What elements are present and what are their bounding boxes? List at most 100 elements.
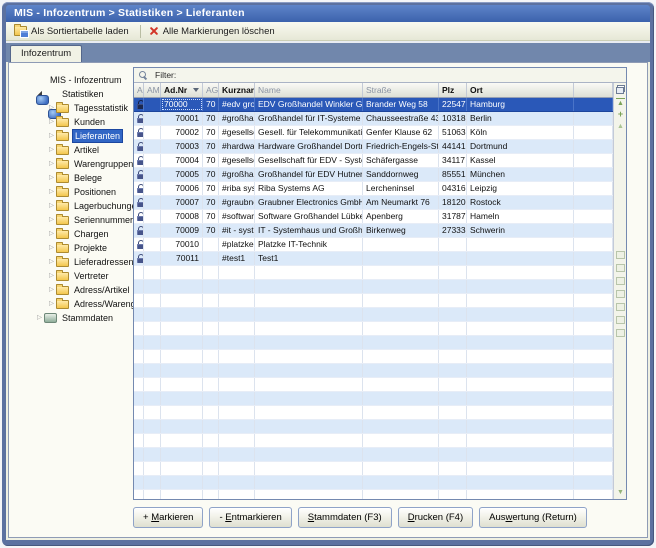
tree-item-projekte[interactable]: Projekte <box>21 241 133 255</box>
expander-icon[interactable] <box>35 311 44 325</box>
table-row[interactable] <box>134 336 613 350</box>
cell-adnr <box>161 462 203 475</box>
table-row[interactable] <box>134 322 613 336</box>
drucken-button[interactable]: Drucken (F4) <box>398 507 473 528</box>
expander-icon[interactable] <box>47 213 56 227</box>
header-ag[interactable]: AG <box>203 83 219 97</box>
table-row[interactable] <box>134 350 613 364</box>
filter-row[interactable]: Filter: <box>134 68 626 83</box>
expander-icon[interactable] <box>47 269 56 283</box>
node-icon <box>56 272 69 281</box>
expander-icon[interactable] <box>47 227 56 241</box>
grid-tool-icon[interactable] <box>616 264 625 272</box>
grid-tool-icon[interactable] <box>616 329 625 337</box>
grid-tool-icon[interactable] <box>616 251 625 259</box>
table-row[interactable]: 70011 #test1 Test1 <box>134 252 613 266</box>
entmarkieren-button[interactable]: - Entmarkieren <box>209 507 291 528</box>
table-row[interactable] <box>134 434 613 448</box>
table-row[interactable]: 70008 70 #software Software Großhandel L… <box>134 210 613 224</box>
expander-icon[interactable] <box>47 185 56 199</box>
auswertung-button[interactable]: Auswertung (Return) <box>479 507 587 528</box>
expander-icon[interactable] <box>47 143 56 157</box>
cell-ag <box>203 392 219 405</box>
tree-item-label: Vertreter <box>72 270 111 282</box>
table-row[interactable] <box>134 448 613 462</box>
table-row[interactable] <box>134 266 613 280</box>
header-name[interactable]: Name <box>255 83 363 97</box>
tab-infozentrum[interactable]: Infozentrum <box>10 45 82 62</box>
expander-icon[interactable] <box>47 297 56 311</box>
expander-icon[interactable] <box>47 129 56 143</box>
table-row[interactable] <box>134 462 613 476</box>
load-sort-table-button[interactable]: Als Sortiertabelle laden <box>11 25 135 38</box>
table-row[interactable] <box>134 476 613 490</box>
table-row[interactable] <box>134 280 613 294</box>
header-a[interactable]: A <box>134 83 144 97</box>
grid-tool-icon[interactable] <box>616 277 625 285</box>
header-plz[interactable]: Plz <box>439 83 467 97</box>
table-row[interactable]: 70006 70 #riba syst Riba Systems AG Lerc… <box>134 182 613 196</box>
grid-tool-icon[interactable] <box>616 290 625 298</box>
table-row[interactable] <box>134 364 613 378</box>
tree-item-positionen[interactable]: Positionen <box>21 185 133 199</box>
tree-item-lieferanten[interactable]: Lieferanten <box>21 129 133 143</box>
table-row[interactable]: 70002 70 #gesellsch Gesell. für Telekomm… <box>134 126 613 140</box>
tree-item-seriennummern[interactable]: Seriennummern <box>21 213 133 227</box>
cell-ort <box>467 238 574 251</box>
table-row[interactable] <box>134 420 613 434</box>
header-kurzname[interactable]: Kurzname <box>219 83 255 97</box>
table-row[interactable] <box>134 392 613 406</box>
scroll-to-bottom-icon[interactable]: ▼ <box>616 488 625 497</box>
scroll-to-top-icon[interactable]: ▲ <box>616 98 625 108</box>
tree-item-lieferadressen[interactable]: Lieferadressen <box>21 255 133 269</box>
expander-icon[interactable] <box>47 283 56 297</box>
tree-item-vertreter[interactable]: Vertreter <box>21 269 133 283</box>
tree-item-mis-infozentrum[interactable]: MIS - Infozentrum <box>21 73 133 87</box>
cell-lock <box>134 112 144 125</box>
header-am[interactable]: AM <box>144 83 161 97</box>
expander-icon[interactable] <box>47 157 56 171</box>
cell-kurzname <box>219 280 255 293</box>
cell-ort <box>467 448 574 461</box>
tree-item-warengruppen[interactable]: Warengruppen <box>21 157 133 171</box>
cell-ag <box>203 462 219 475</box>
header-ort[interactable]: Ort <box>467 83 574 97</box>
tree-item-adress-artikel[interactable]: Adress/Artikel <box>21 283 133 297</box>
table-row[interactable] <box>134 406 613 420</box>
table-row[interactable] <box>134 490 613 499</box>
table-row[interactable]: 70009 70 #it - syst IT - Systemhaus und … <box>134 224 613 238</box>
table-row[interactable]: 70000 70 #edv großh EDV Großhandel Winkl… <box>134 98 613 112</box>
column-chooser-icon[interactable] <box>616 85 625 94</box>
table-row[interactable] <box>134 378 613 392</box>
header-strasse[interactable]: Straße <box>363 83 439 97</box>
stammdaten-button[interactable]: Stammdaten (F3) <box>298 507 392 528</box>
expander-icon[interactable] <box>47 171 56 185</box>
lock-icon <box>137 128 144 137</box>
scroll-up-icon[interactable]: ▲ <box>616 122 625 131</box>
add-row-icon[interactable]: + <box>616 110 625 119</box>
header-adnr[interactable]: Ad.Nr <box>161 83 203 97</box>
table-row[interactable] <box>134 294 613 308</box>
expander-icon[interactable] <box>47 241 56 255</box>
grid-tool-icon[interactable] <box>616 316 625 324</box>
table-row[interactable]: 70001 70 #großhande Großhandel für IT-Sy… <box>134 112 613 126</box>
tree-item-kunden[interactable]: Kunden <box>21 115 133 129</box>
table-row[interactable]: 70007 70 #graubner Graubner Electronics … <box>134 196 613 210</box>
tree-item-belege[interactable]: Belege <box>21 171 133 185</box>
tree-item-stammdaten[interactable]: Stammdaten <box>21 311 133 325</box>
table-row[interactable]: 70004 70 #gesellsch Gesellschaft für EDV… <box>134 154 613 168</box>
tree-item-lagerbuchungen[interactable]: Lagerbuchungen <box>21 199 133 213</box>
table-row[interactable]: 70010 #platzke i Platzke IT-Technik <box>134 238 613 252</box>
grid-tool-icon[interactable] <box>616 303 625 311</box>
table-row[interactable]: 70005 70 #großhande Großhandel für EDV H… <box>134 168 613 182</box>
table-row[interactable]: 70003 70 #hardware Hardware Großhandel D… <box>134 140 613 154</box>
expander-icon[interactable] <box>47 255 56 269</box>
cell-adnr <box>161 448 203 461</box>
markieren-button[interactable]: + Markieren <box>133 507 203 528</box>
expander-icon[interactable] <box>47 199 56 213</box>
clear-marks-button[interactable]: Alle Markierungen löschen <box>146 25 281 38</box>
table-row[interactable] <box>134 308 613 322</box>
tree-item-chargen[interactable]: Chargen <box>21 227 133 241</box>
tree-item-adress-warengruppen[interactable]: Adress/Warengruppen <box>21 297 133 311</box>
tree-item-artikel[interactable]: Artikel <box>21 143 133 157</box>
